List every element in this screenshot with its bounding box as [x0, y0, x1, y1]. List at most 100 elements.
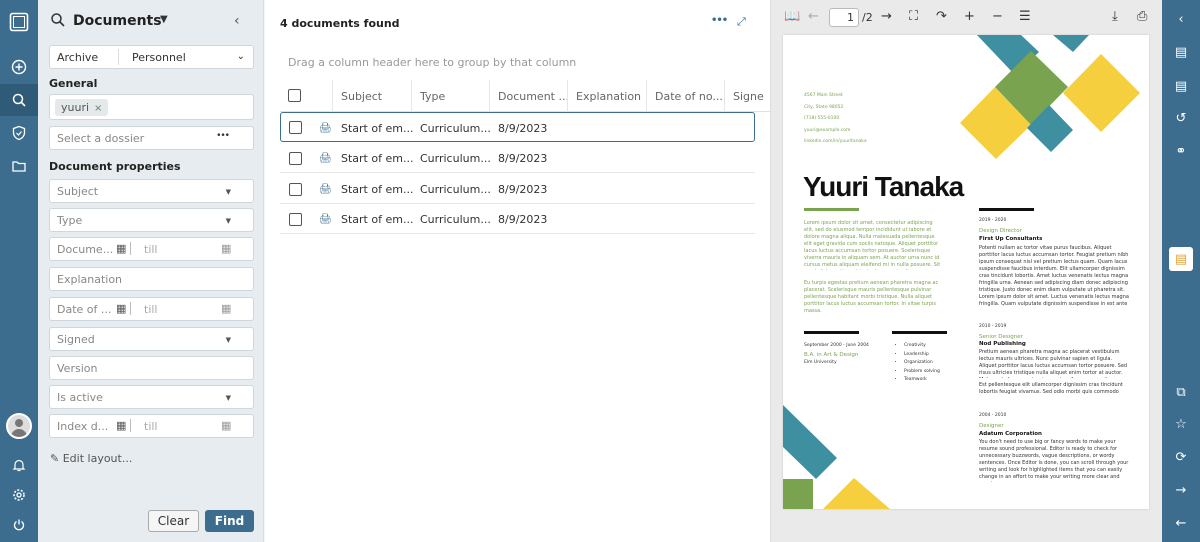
- skill-item: Problem solving: [904, 368, 940, 377]
- job-dates: 2004 - 2010: [979, 413, 1007, 418]
- edit-layout-link[interactable]: ✎ Edit layout...: [50, 452, 132, 465]
- document-date-range[interactable]: Docume... ▦ till ▦: [49, 237, 254, 261]
- calendar-icon[interactable]: ▦: [221, 419, 231, 432]
- bell-icon[interactable]: [0, 449, 38, 481]
- folder-icon[interactable]: [0, 150, 38, 182]
- divider: [130, 302, 139, 315]
- general-section-label: General: [49, 77, 98, 90]
- search-nav-icon[interactable]: [0, 84, 38, 116]
- find-button[interactable]: Find: [205, 510, 254, 532]
- collapse-panel-icon[interactable]: ‹: [234, 13, 240, 29]
- row-checkbox[interactable]: [289, 183, 302, 196]
- left-nav-rail: [0, 0, 38, 542]
- more-icon[interactable]: •••: [216, 131, 230, 141]
- zoom-in-icon[interactable]: +: [964, 9, 975, 24]
- fit-page-icon[interactable]: ⛶: [909, 9, 918, 24]
- gear-icon[interactable]: [0, 479, 38, 511]
- date-of-range[interactable]: Date of ... ▦ till ▦: [49, 297, 254, 321]
- clear-button[interactable]: Clear: [148, 510, 199, 532]
- cell-subject: Start of em...: [341, 151, 414, 165]
- document-icon: 🖨: [319, 213, 332, 225]
- subject-select[interactable]: Subject ▼: [49, 179, 254, 203]
- history-icon[interactable]: ↺: [1162, 104, 1200, 132]
- cell-date: 8/9/2023: [498, 121, 548, 135]
- column-type[interactable]: Type: [411, 80, 489, 112]
- workflow-icon[interactable]: ⧉: [1162, 378, 1200, 406]
- table-row[interactable]: 🖨 Start of em... Curriculum... 8/9/2023: [280, 112, 755, 142]
- column-document-date[interactable]: Document ...: [489, 80, 567, 112]
- accent-bar: [804, 208, 859, 211]
- close-icon[interactable]: ×: [94, 103, 102, 114]
- cell-date: 8/9/2023: [498, 182, 548, 196]
- row-checkbox[interactable]: [289, 152, 302, 165]
- download-icon[interactable]: ⤓: [1112, 9, 1118, 24]
- version-placeholder: Version: [57, 361, 98, 375]
- search-chip[interactable]: yuuri ×: [55, 98, 109, 116]
- avatar[interactable]: [6, 413, 32, 439]
- results-count: 4 documents found: [280, 17, 400, 30]
- search-input[interactable]: yuuri ×: [49, 94, 254, 120]
- column-signed[interactable]: Signe: [724, 80, 770, 112]
- search-chip-label: yuuri: [61, 100, 90, 114]
- calendar-icon[interactable]: ▦: [116, 419, 126, 432]
- version-input[interactable]: Version: [49, 356, 254, 380]
- shield-icon[interactable]: [0, 117, 38, 149]
- phone: (718) 555-0100: [804, 116, 840, 121]
- arrow-right-icon[interactable]: →: [1162, 476, 1200, 504]
- arrow-left-icon[interactable]: ←: [1162, 509, 1200, 537]
- calendar-icon[interactable]: ▦: [116, 302, 126, 315]
- dossier-select[interactable]: Select a dossier •••: [49, 126, 254, 150]
- signed-select[interactable]: Signed ▼: [49, 327, 254, 351]
- annotations-icon[interactable]: ☰: [1019, 9, 1031, 24]
- job-dates: 2019 - 2020: [979, 218, 1007, 223]
- signed-placeholder: Signed: [57, 332, 95, 346]
- table-row[interactable]: 🖨 Start of em... Curriculum... 8/9/2023: [280, 204, 755, 234]
- document-icon[interactable]: ▤: [1162, 38, 1200, 66]
- calendar-icon[interactable]: ▦: [116, 242, 126, 255]
- row-checkbox[interactable]: [289, 121, 302, 134]
- share-icon[interactable]: ⚭: [1162, 137, 1200, 165]
- more-options-icon[interactable]: •••: [711, 15, 728, 26]
- calendar-icon[interactable]: ▦: [221, 242, 231, 255]
- book-icon[interactable]: 📖: [784, 9, 800, 24]
- column-date-of[interactable]: Date of no...: [646, 80, 724, 112]
- divider: [118, 49, 119, 65]
- divider: [130, 419, 139, 432]
- add-icon[interactable]: [0, 51, 38, 83]
- type-placeholder: Type: [57, 213, 83, 227]
- education-dates: September 2000 - June 2004: [804, 343, 869, 348]
- page-number-input[interactable]: 1: [829, 8, 859, 27]
- column-explanation[interactable]: Explanation: [567, 80, 646, 112]
- index-date-range[interactable]: Index d... ▦ till ▦: [49, 414, 254, 438]
- chevron-down-icon[interactable]: ▼: [160, 14, 168, 25]
- archive-select[interactable]: Archive Personnel ⌄: [49, 45, 254, 69]
- app-logo-icon[interactable]: [0, 6, 38, 38]
- notes-icon[interactable]: ▤: [1162, 72, 1200, 100]
- is-active-select[interactable]: Is active ▼: [49, 385, 254, 409]
- chevron-left-icon[interactable]: ‹: [1162, 5, 1200, 33]
- power-icon[interactable]: [0, 509, 38, 541]
- zoom-out-icon[interactable]: −: [992, 9, 1003, 24]
- print-icon[interactable]: ⎙: [1137, 9, 1147, 24]
- skill-item: Creativity: [904, 342, 940, 351]
- accent-bar: [892, 331, 947, 334]
- expand-icon[interactable]: ⤢: [737, 15, 746, 29]
- next-page-icon[interactable]: →: [881, 9, 892, 24]
- select-all-checkbox[interactable]: [288, 89, 301, 102]
- address-line: 4567 Main Street: [804, 93, 843, 98]
- row-checkbox[interactable]: [289, 213, 302, 226]
- previous-page-icon[interactable]: ←: [808, 9, 819, 24]
- star-icon[interactable]: ☆: [1162, 410, 1200, 438]
- calendar-icon[interactable]: ▦: [221, 302, 231, 315]
- table-row[interactable]: 🖨 Start of em... Curriculum... 8/9/2023: [280, 174, 755, 204]
- intro-paragraph: Eu turpis egestas pretium aenean pharetr…: [804, 280, 939, 314]
- rotate-icon[interactable]: ↷: [936, 9, 947, 24]
- viewer-toolbar: 📖 ← 1 /2 → ⛶ ↷ + − ☰ ⤓ ⎙: [771, 0, 1163, 34]
- table-row[interactable]: 🖨 Start of em... Curriculum... 8/9/2023: [280, 143, 755, 173]
- properties-icon[interactable]: ▤: [1169, 247, 1193, 271]
- explanation-input[interactable]: Explanation: [49, 267, 254, 291]
- skill-item: Organization: [904, 359, 940, 368]
- type-select[interactable]: Type ▼: [49, 208, 254, 232]
- column-subject[interactable]: Subject: [332, 80, 411, 112]
- sync-icon[interactable]: ⟳: [1162, 443, 1200, 471]
